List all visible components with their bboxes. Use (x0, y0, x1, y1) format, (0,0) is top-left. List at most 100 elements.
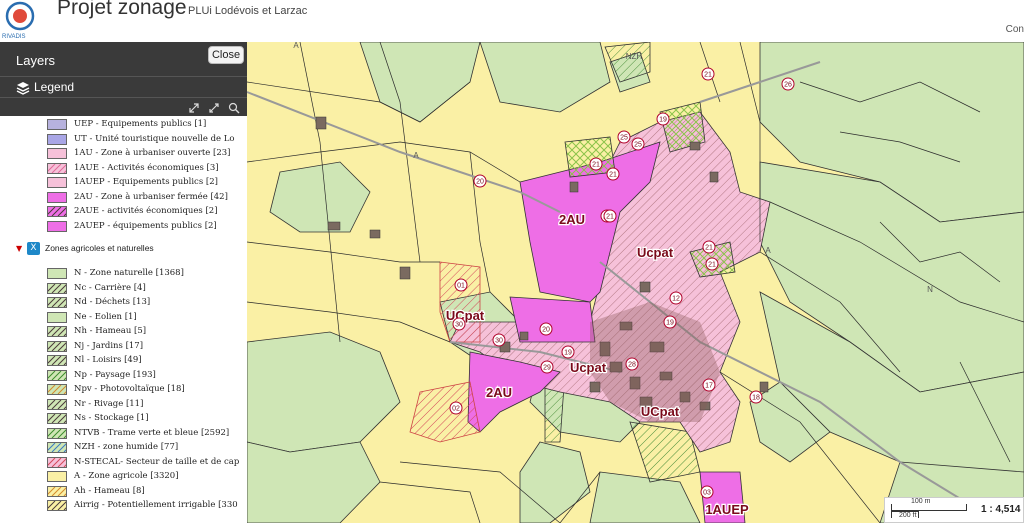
legend-item: Nr - Rivage [11] (47, 398, 247, 412)
legend-swatch (47, 326, 67, 337)
map-marker[interactable]: 26 (781, 77, 795, 91)
legend-item-label: 1AU - Zone à urbaniser ouverte [23] (74, 148, 231, 158)
legend-list[interactable]: UEP - Equipements publics [1] UT - Unité … (8, 116, 247, 523)
legend-item-label: Nj - Jardins [17] (74, 340, 144, 351)
legend-item: Nh - Hameau [5] (47, 325, 247, 339)
map-marker[interactable]: 21 (606, 167, 620, 181)
legend-item: 1AU - Zone à urbaniser ouverte [23] (47, 147, 247, 161)
group-checkbox[interactable]: X (27, 242, 40, 255)
legend-swatch (47, 427, 67, 439)
scale-bar-metric (891, 504, 967, 511)
scale-bar: 100 m 200 ft 1 : 4,514 (884, 497, 1024, 523)
map-marker-label: 30 (455, 322, 463, 329)
zone-label: A (413, 151, 419, 160)
legend-item-label: Ns - Stockage [1] (74, 413, 149, 423)
map-marker-label: 26 (784, 82, 792, 89)
panel-title: Layers (16, 53, 56, 68)
legend-swatch (47, 369, 67, 381)
legend-item-label: 1AUE - Activités économiques [3] (74, 162, 219, 173)
map-marker[interactable]: 21 (603, 209, 617, 223)
legend-item: 1AUE - Activités économiques [3] (47, 162, 247, 176)
app-window: 2AU Ucpat UCpat Ucpat 2AU UCpat 1AUEP A A N A NZH 2… (0, 0, 1024, 523)
legend-swatch (47, 148, 67, 159)
legend-swatch (47, 384, 67, 395)
map-marker[interactable]: 30 (452, 317, 466, 331)
map-marker[interactable]: 21 (589, 157, 603, 171)
layers-icon (16, 82, 30, 95)
legend-item-label: Nr - Rivage [11] (74, 398, 144, 409)
map-marker-label: 17 (705, 383, 713, 390)
zone-label: UCpat (641, 404, 680, 419)
zone-label: 2AU (559, 212, 585, 227)
map-marker[interactable]: 02 (449, 401, 463, 415)
map-marker[interactable]: 17 (702, 378, 716, 392)
legend-swatch (47, 413, 67, 424)
map-marker-label: 21 (606, 214, 614, 221)
map-marker-label: 19 (659, 117, 667, 124)
map-marker-label: 21 (592, 162, 600, 169)
layer-group-agri-nat[interactable]: ▼ X Zones agricoles et naturelles (8, 242, 244, 256)
legend-swatch (47, 442, 67, 453)
legend-swatch (47, 177, 67, 188)
legend-swatch (47, 500, 67, 511)
legend-item-label: A - Zone agricole [3320] (74, 471, 179, 481)
legend-item-label: Ne - Eolien [1] (74, 311, 137, 322)
legend-swatch (47, 119, 67, 130)
zone-label: A (765, 246, 771, 255)
collapse-icon[interactable] (188, 102, 200, 114)
zone-label: N (927, 285, 933, 294)
map-marker[interactable]: 28 (625, 357, 639, 371)
map-marker[interactable]: 25 (631, 137, 645, 151)
legend-tab[interactable]: Legend (0, 76, 247, 98)
map-marker-label: 28 (628, 362, 636, 369)
map-marker[interactable]: 18 (749, 390, 763, 404)
map-marker[interactable]: 01 (454, 278, 468, 292)
map-marker[interactable]: 20 (473, 174, 487, 188)
legend-item-label: 2AUEP - équipements publics [2] (74, 220, 217, 231)
zone-label: UCpat (446, 308, 485, 323)
legend-item-label: UT - Unité touristique nouvelle de Lo (74, 133, 235, 144)
legend-label: Legend (34, 80, 75, 94)
map-marker-label: 03 (703, 490, 711, 497)
legend-swatch (47, 471, 67, 482)
zone-label: Ucpat (570, 360, 607, 375)
map-marker[interactable]: 30 (492, 333, 506, 347)
map-marker-label: 18 (752, 395, 760, 402)
close-button[interactable]: Close (208, 46, 244, 64)
map-marker[interactable]: 03 (700, 485, 714, 499)
map-marker-label: 25 (634, 142, 642, 149)
map-marker[interactable]: 20 (539, 322, 553, 336)
header-right-link[interactable]: Con (1006, 24, 1024, 35)
map-marker[interactable]: 19 (656, 112, 670, 126)
map-marker-label: 25 (620, 135, 628, 142)
map-marker[interactable]: 19 (663, 315, 677, 329)
expand-triangle-icon[interactable]: ▼ (16, 244, 22, 253)
legend-swatch (47, 282, 67, 294)
map-marker[interactable]: 21 (702, 240, 716, 254)
legend-item: Airrig - Potentiellement irrigable [330 (47, 499, 247, 513)
zoom-icon[interactable] (228, 102, 240, 114)
legend-item-label: 2AU - Zone à urbaniser fermée [42] (74, 191, 228, 202)
legend-swatch (47, 297, 67, 308)
legend-swatch (47, 220, 67, 232)
map-marker[interactable]: 21 (705, 257, 719, 271)
legend-item: Npv - Photovoltaïque [18] (47, 383, 247, 397)
legend-item-label: 2AUE - activités économiques [2] (74, 206, 218, 216)
map-marker-label: 19 (564, 350, 572, 357)
map-marker[interactable]: 21 (701, 67, 715, 81)
logo-text: RIVADIS (2, 34, 26, 40)
map-marker-label: 01 (457, 283, 465, 290)
legend-item-label: Npv - Photovoltaïque [18] (74, 384, 185, 394)
map-marker-label: 29 (543, 365, 551, 372)
zone-label: 1AUEP (705, 502, 749, 517)
legend-item-label: 1AUEP - Equipements publics [2] (74, 177, 218, 187)
map-marker[interactable]: 25 (617, 130, 631, 144)
map-marker-label: 21 (704, 72, 712, 79)
map-marker[interactable]: 12 (669, 291, 683, 305)
legend-item: NTVB - Trame verte et bleue [2592] (47, 427, 247, 441)
map-marker[interactable]: 29 (540, 360, 554, 374)
expand-icon[interactable] (208, 102, 220, 114)
map-marker[interactable]: 19 (561, 345, 575, 359)
legend-item-label: NTVB - Trame verte et bleue [2592] (74, 427, 230, 438)
legend-item-label: Nl - Loisirs [49] (74, 355, 142, 365)
